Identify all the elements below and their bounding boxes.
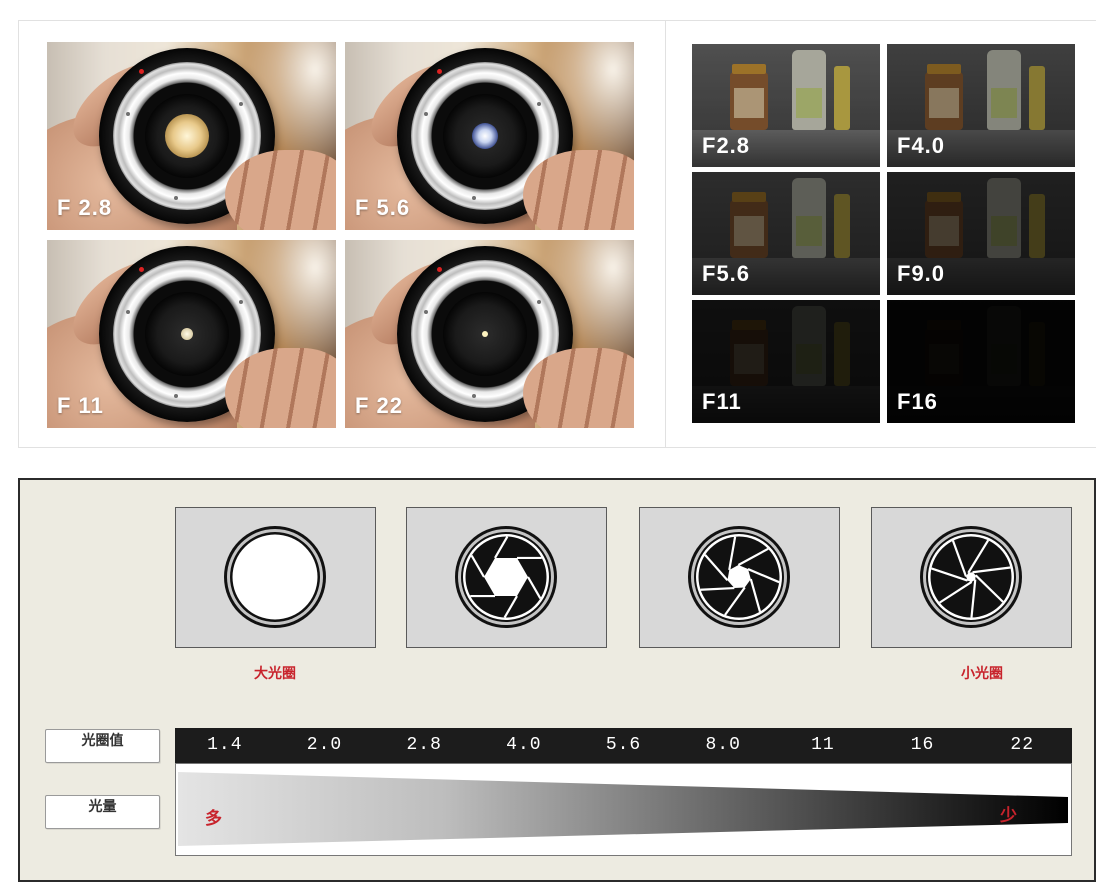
exposure-photo: F11 [692, 300, 880, 423]
f-number-label: F2.8 [702, 133, 751, 158]
lens-photo: F 2.8 [47, 42, 336, 230]
lens-interior [145, 292, 229, 376]
mount-index-dot [437, 267, 442, 272]
lens-photo: F 5.6 [345, 42, 634, 230]
aperture-small-icon [920, 526, 1022, 628]
f-number-label: F4.0 [897, 133, 946, 158]
aperture-hexagon-icon [455, 526, 557, 628]
exposure-photo: F9.0 [887, 172, 1075, 295]
aperture-icon-box [871, 507, 1072, 648]
exposure-photo: F2.8 [692, 44, 880, 167]
f-value: 5.6 [605, 735, 642, 755]
mount-screw [239, 102, 243, 106]
mount-screw [424, 310, 428, 314]
f-number-label: F 22 [355, 393, 404, 418]
mount-screw [174, 196, 178, 200]
aperture-opening [482, 331, 488, 337]
lens-interior [443, 94, 527, 178]
f-number-label: F5.6 [702, 261, 751, 286]
mount-index-dot [139, 267, 144, 272]
aperture-icon-box [175, 507, 376, 648]
lens-photo: F 11 [47, 240, 336, 428]
light-less-label: 少 [1000, 806, 1017, 826]
panel-divider [665, 21, 666, 447]
aperture-mid-icon [688, 526, 790, 628]
mount-screw [537, 300, 541, 304]
light-amount-box: 多 少 [175, 763, 1072, 856]
mount-screw [472, 196, 476, 200]
f-value: 8.0 [705, 735, 741, 755]
f-value: 11 [811, 735, 835, 755]
f-number-label: F 5.6 [355, 195, 411, 220]
f-value: 2.0 [306, 735, 343, 755]
exposure-photo: F16 [887, 300, 1075, 423]
photo-comparison-panel: F 2.8 F 5.6 F 11 F 22 F2.8 F4.0 F5.6 F9.… [18, 20, 1096, 448]
aperture-opening [165, 114, 209, 158]
f-number-label: F11 [702, 389, 742, 414]
lens-interior [443, 292, 527, 376]
light-amount-wedge [178, 772, 1068, 846]
aperture-opening [181, 328, 193, 340]
aperture-opening [232, 534, 318, 620]
mount-index-dot [437, 69, 442, 74]
aperture-open-icon [224, 526, 326, 628]
mount-screw [239, 300, 243, 304]
lens-photo: F 22 [345, 240, 634, 428]
light-more-label: 多 [205, 809, 222, 829]
f-number-label: F9.0 [897, 261, 946, 286]
f-value-row-label: 光圈值 [45, 729, 160, 763]
aperture-diagram: 大光圈 小光圈 光圈值 光量 1.4 2.0 2.8 4.0 5.6 8.0 1… [18, 478, 1096, 882]
f-value: 16 [910, 735, 935, 755]
light-wedge-shape [178, 772, 1068, 846]
mount-index-dot [139, 69, 144, 74]
f-value: 4.0 [506, 735, 542, 755]
f-number-label: F16 [897, 389, 938, 414]
mount-screw [174, 394, 178, 398]
mount-screw [126, 310, 130, 314]
light-row-label: 光量 [45, 795, 160, 829]
mount-screw [126, 112, 130, 116]
f-value-scale: 1.4 2.0 2.8 4.0 5.6 8.0 11 16 22 [175, 728, 1072, 763]
f-number-label: F 2.8 [57, 195, 113, 220]
exposure-photo: F5.6 [692, 172, 880, 295]
f-value: 1.4 [207, 735, 243, 755]
aperture-opening [472, 123, 498, 149]
mount-screw [472, 394, 476, 398]
aperture-icon-box [639, 507, 840, 648]
mount-screw [537, 102, 541, 106]
f-number-label: F 11 [57, 393, 104, 418]
mount-screw [424, 112, 428, 116]
aperture-icon-box [406, 507, 607, 648]
lens-interior [145, 94, 229, 178]
large-aperture-label: 大光圈 [254, 666, 296, 682]
exposure-photo: F4.0 [887, 44, 1075, 167]
f-value: 2.8 [406, 735, 442, 755]
f-value: 22 [1010, 735, 1035, 755]
small-aperture-label: 小光圈 [961, 666, 1003, 682]
